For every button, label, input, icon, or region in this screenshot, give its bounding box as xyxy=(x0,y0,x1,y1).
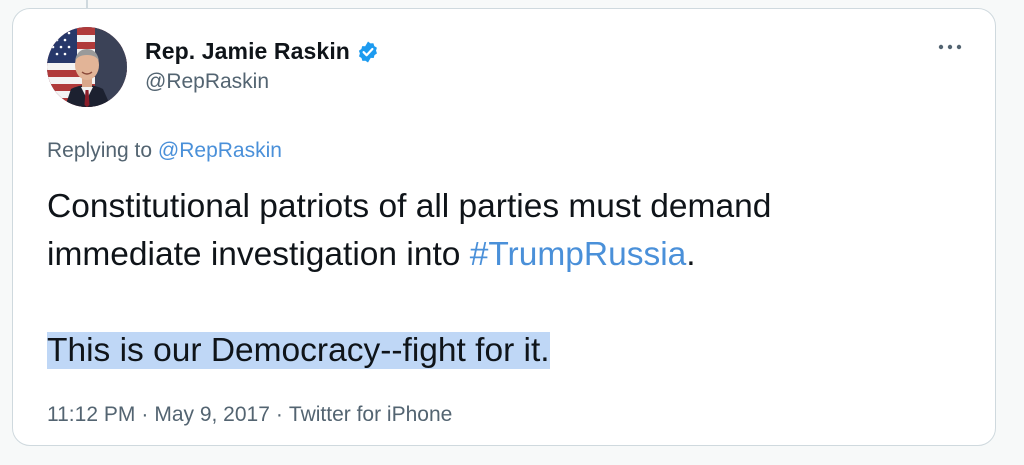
tweet-text-line-2-prefix: immediate investigation into xyxy=(47,236,461,273)
tweet-text-line-1: Constitutional patriots of all parties m… xyxy=(47,188,772,225)
hashtag-link[interactable]: #TrumpRussia xyxy=(470,236,687,273)
replying-to-label: Replying to xyxy=(47,139,153,162)
more-options-button[interactable] xyxy=(935,37,965,57)
meta-separator: · xyxy=(275,403,283,426)
avatar-image xyxy=(47,27,127,107)
more-horizontal-icon xyxy=(938,44,962,50)
tweet-date-link[interactable]: May 9, 2017 xyxy=(154,403,270,426)
tweet-card[interactable]: Rep. Jamie Raskin @RepRaskin Replying to… xyxy=(12,8,996,446)
tweet-text-line-2-suffix: . xyxy=(686,236,696,273)
tweet-text-paragraph-2: This is our Democracy--fight for it. xyxy=(47,332,550,369)
verified-badge-icon xyxy=(356,40,380,64)
tweet-time-link[interactable]: 11:12 PM xyxy=(47,403,135,426)
author-avatar[interactable] xyxy=(47,27,127,107)
tweet-metadata: 11:12 PM · May 9, 2017 · Twitter for iPhone xyxy=(47,403,452,427)
author-name-row[interactable]: Rep. Jamie Raskin xyxy=(145,38,380,65)
author-handle[interactable]: @RepRaskin xyxy=(145,70,269,94)
tweet-source-link[interactable]: Twitter for iPhone xyxy=(289,403,452,426)
tweet-body: Constitutional patriots of all parties m… xyxy=(47,183,967,375)
replying-to-mention-link[interactable]: @RepRaskin xyxy=(158,139,282,162)
author-display-name[interactable]: Rep. Jamie Raskin xyxy=(145,38,350,65)
tweet-text-line-2: immediate investigation into #TrumpRussi… xyxy=(47,231,967,279)
replying-to-line: Replying to @RepRaskin xyxy=(47,139,282,163)
meta-separator: · xyxy=(141,403,149,426)
